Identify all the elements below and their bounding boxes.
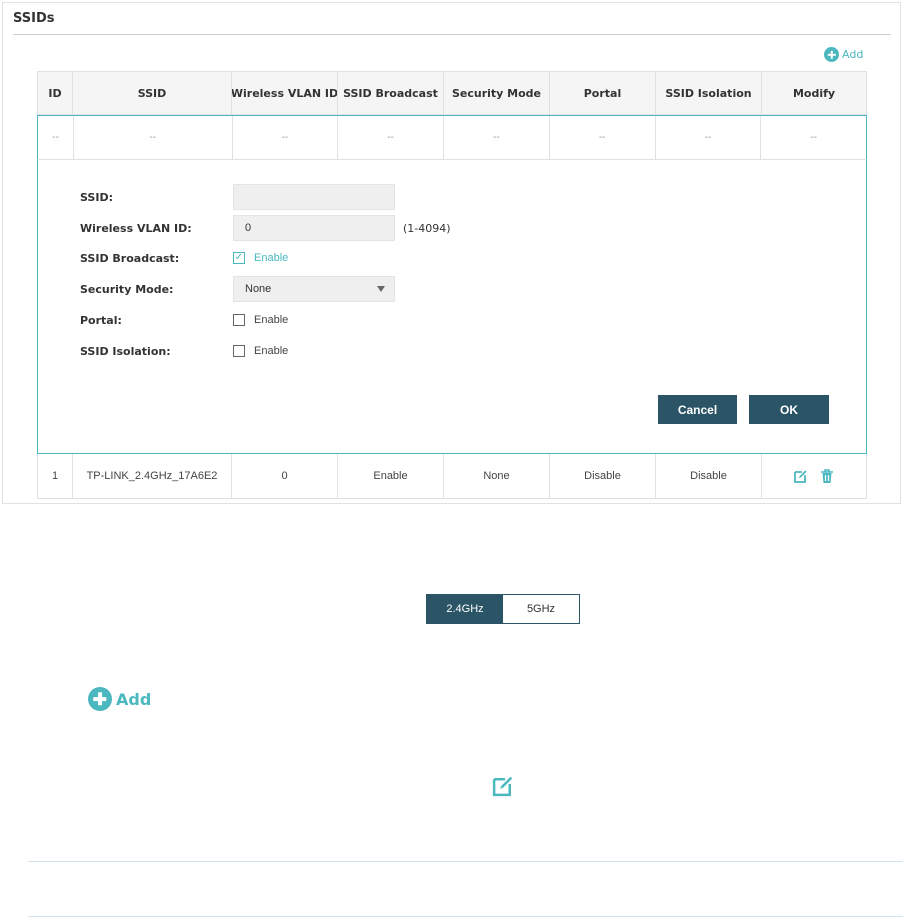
add-label: Add <box>842 48 864 61</box>
chevron-down-icon <box>377 286 385 292</box>
security-mode-value: None <box>245 283 272 295</box>
add-ssid-button[interactable]: Add <box>824 47 863 62</box>
table-cell-modify <box>762 454 867 498</box>
table-cell: -- <box>656 116 762 159</box>
ssid-label: SSID: <box>80 190 113 204</box>
form-row-portal: Portal: Enable <box>80 307 288 333</box>
table-cell: -- <box>810 132 817 143</box>
table-cell-ssid: TP-LINK_2.4GHz_17A6E2 <box>73 454 232 498</box>
form-row-broadcast: SSID Broadcast: ✓ Enable <box>80 245 288 271</box>
table-cell-vlan: 0 <box>232 454 338 498</box>
table-cell-security: None <box>444 454 550 498</box>
broadcast-label: SSID Broadcast: <box>80 251 180 265</box>
header-isolation[interactable]: SSID Isolation <box>656 72 762 114</box>
divider <box>28 916 903 917</box>
portal-checkbox[interactable] <box>233 314 245 326</box>
edit-icon[interactable] <box>491 773 516 798</box>
table-cell-portal: Disable <box>550 454 656 498</box>
table-cell: -- <box>233 116 339 159</box>
isolation-enable-text[interactable]: Enable <box>254 345 288 357</box>
table-cell: -- <box>444 116 550 159</box>
band-option-2-4ghz[interactable]: 2.4GHz <box>427 595 503 623</box>
edit-icon[interactable] <box>793 468 809 484</box>
header-vlan[interactable]: Wireless VLAN ID <box>232 72 338 114</box>
cancel-button[interactable]: Cancel <box>658 395 737 424</box>
divider <box>28 861 903 862</box>
table-row: 1 TP-LINK_2.4GHz_17A6E2 0 Enable None Di… <box>37 454 867 499</box>
form-row-isolation: SSID Isolation: Enable <box>80 338 288 364</box>
ssid-input[interactable] <box>233 184 395 210</box>
table-cell-id: 1 <box>37 454 73 498</box>
ssid-table: ID SSID Wireless VLAN ID SSID Broadcast … <box>37 71 867 499</box>
portal-label: Portal: <box>80 313 122 327</box>
add-circle-icon <box>824 47 839 62</box>
vlan-input[interactable]: 0 <box>233 215 395 241</box>
add-button-example[interactable]: Add <box>88 687 151 711</box>
table-cell: -- <box>550 116 656 159</box>
table-cell: -- <box>74 116 233 159</box>
band-option-5ghz[interactable]: 5GHz <box>503 595 579 623</box>
add-circle-icon <box>88 687 112 711</box>
panel-divider <box>13 34 891 35</box>
add-label: Add <box>116 689 152 709</box>
header-modify: Modify <box>762 72 867 114</box>
table-cell-broadcast: Enable <box>338 454 444 498</box>
panel-title: SSIDs <box>13 11 55 26</box>
form-row-security: Security Mode: None <box>80 276 395 302</box>
header-security[interactable]: Security Mode <box>444 72 550 114</box>
trash-icon[interactable] <box>819 468 835 484</box>
isolation-checkbox[interactable] <box>233 345 245 357</box>
header-id[interactable]: ID <box>37 72 73 114</box>
ssid-edit-form: SSID: Wireless VLAN ID: 0 (1-4094) SSID … <box>37 160 867 454</box>
editing-row: -- -- -- -- -- -- -- -- <box>37 115 867 160</box>
security-mode-select[interactable]: None <box>233 276 395 302</box>
broadcast-checkbox[interactable]: ✓ <box>233 252 245 264</box>
isolation-label: SSID Isolation: <box>80 344 171 358</box>
header-portal[interactable]: Portal <box>550 72 656 114</box>
form-row-vlan: Wireless VLAN ID: 0 (1-4094) <box>80 215 451 241</box>
form-row-ssid: SSID: <box>80 184 395 210</box>
portal-enable-text[interactable]: Enable <box>254 314 288 326</box>
ok-button[interactable]: OK <box>749 395 829 424</box>
vlan-label: Wireless VLAN ID: <box>80 221 192 235</box>
table-cell: -- <box>38 116 74 159</box>
table-cell-isolation: Disable <box>656 454 762 498</box>
vlan-range-hint: (1-4094) <box>403 221 451 235</box>
table-header-row: ID SSID Wireless VLAN ID SSID Broadcast … <box>37 71 867 115</box>
broadcast-enable-text[interactable]: Enable <box>254 252 288 264</box>
header-ssid[interactable]: SSID <box>73 72 232 114</box>
band-toggle: 2.4GHz 5GHz <box>426 594 580 624</box>
header-broadcast[interactable]: SSID Broadcast <box>338 72 444 114</box>
security-label: Security Mode: <box>80 282 174 296</box>
table-cell: -- <box>338 116 445 159</box>
